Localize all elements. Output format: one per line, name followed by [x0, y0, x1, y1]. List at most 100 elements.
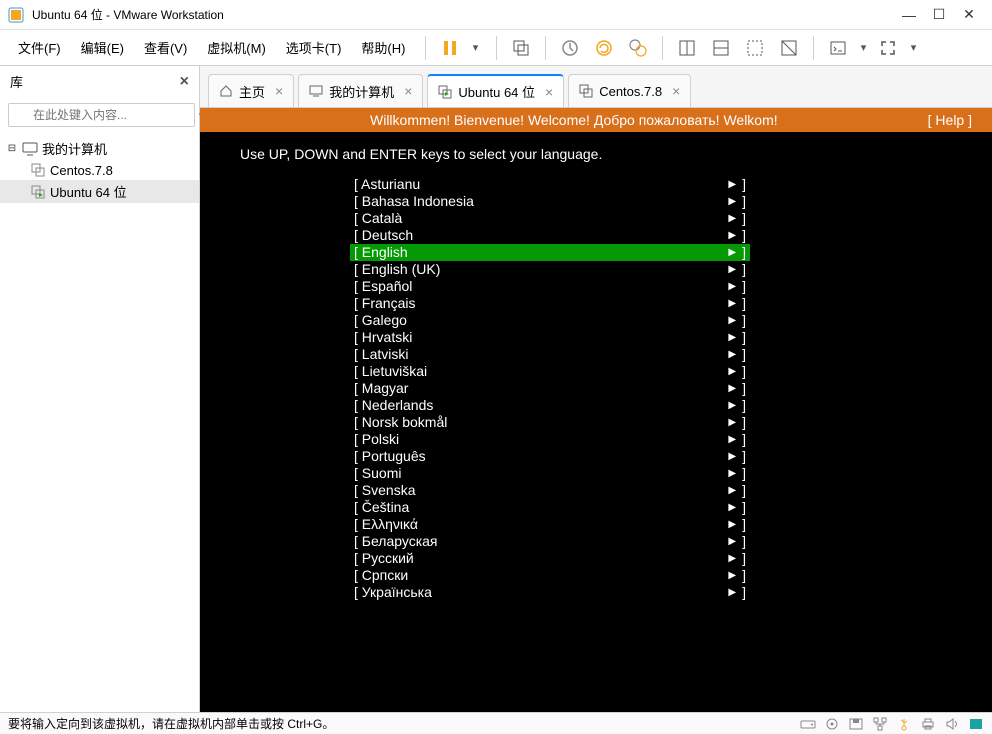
tab-label: Ubuntu 64 位 — [458, 82, 535, 101]
snapshot-button[interactable] — [558, 36, 582, 60]
language-option[interactable]: [ Bahasa Indonesia▶] — [350, 193, 750, 210]
language-option[interactable]: [ Українська▶] — [350, 584, 750, 601]
bracket-close: ] — [742, 482, 746, 499]
cd-icon[interactable] — [824, 717, 840, 731]
collapse-icon[interactable]: ⊟ — [6, 143, 18, 154]
tab-ubuntu[interactable]: Ubuntu 64 位 × — [427, 74, 564, 107]
language-option[interactable]: [ Čeština▶] — [350, 499, 750, 516]
language-option[interactable]: [ Norsk bokmål▶] — [350, 414, 750, 431]
language-option[interactable]: [ Català▶] — [350, 210, 750, 227]
chevron-right-icon: ▶ — [728, 550, 736, 567]
printer-icon[interactable] — [920, 717, 936, 731]
language-option[interactable]: [ Latviski▶] — [350, 346, 750, 363]
language-option[interactable]: [ Galego▶] — [350, 312, 750, 329]
pause-button[interactable] — [438, 36, 462, 60]
tab-close-button[interactable]: × — [404, 83, 412, 99]
tree-item-label: Ubuntu 64 位 — [50, 182, 127, 201]
window-controls: — ☐ ✕ — [902, 8, 976, 22]
vm-running-icon — [30, 184, 46, 200]
view-console-button[interactable] — [743, 36, 767, 60]
language-label: [ Русский — [354, 550, 728, 567]
menu-tabs[interactable]: 选项卡(T) — [278, 34, 350, 61]
language-option[interactable]: [ Français▶] — [350, 295, 750, 312]
language-option[interactable]: [ Српски▶] — [350, 567, 750, 584]
language-option[interactable]: [ Nederlands▶] — [350, 397, 750, 414]
divider — [662, 36, 663, 60]
floppy-icon[interactable] — [848, 717, 864, 731]
hdd-icon[interactable] — [800, 717, 816, 731]
snapshot-revert-button[interactable] — [592, 36, 616, 60]
menu-file[interactable]: 文件(F) — [10, 34, 69, 61]
tab-close-button[interactable]: × — [275, 83, 283, 99]
usb-icon[interactable] — [896, 717, 912, 731]
sound-icon[interactable] — [944, 717, 960, 731]
minimize-button[interactable]: — — [902, 8, 916, 22]
language-option[interactable]: [ Magyar▶] — [350, 380, 750, 397]
tab-close-button[interactable]: × — [545, 84, 553, 100]
statusbar: 要将输入定向到该虚拟机，请在虚拟机内部单击或按 Ctrl+G。 — [0, 712, 992, 734]
chevron-right-icon: ▶ — [728, 448, 736, 465]
console-dropdown[interactable]: ▾ — [854, 41, 872, 54]
bracket-close: ] — [742, 295, 746, 312]
network-icon[interactable] — [872, 717, 888, 731]
tree-item-centos[interactable]: Centos.7.8 — [0, 160, 199, 180]
menu-view[interactable]: 查看(V) — [136, 34, 195, 61]
language-option[interactable]: [ English▶] — [350, 244, 750, 261]
language-option[interactable]: [ Русский▶] — [350, 550, 750, 567]
library-sidebar: 库 × 🔍 ▾ ⊟ 我的计算机 Centos.7.8 Ubuntu 64 位 — [0, 66, 200, 712]
monitor-icon — [22, 141, 38, 157]
tab-close-button[interactable]: × — [672, 83, 680, 99]
console-view-button[interactable] — [826, 36, 850, 60]
tree-item-ubuntu[interactable]: Ubuntu 64 位 — [0, 180, 199, 203]
send-ctrl-alt-del-button[interactable] — [509, 36, 533, 60]
language-option[interactable]: [ Hrvatski▶] — [350, 329, 750, 346]
language-label: [ Ελληνικά — [354, 516, 728, 533]
language-label: [ Svenska — [354, 482, 728, 499]
display-icon[interactable] — [968, 717, 984, 731]
power-dropdown[interactable]: ▾ — [466, 41, 484, 54]
fullscreen-button[interactable] — [876, 36, 900, 60]
view-unity-button[interactable] — [777, 36, 801, 60]
bracket-close: ] — [742, 414, 746, 431]
sidebar-title: 库 — [10, 72, 180, 91]
fullscreen-dropdown[interactable]: ▾ — [904, 41, 922, 54]
language-option[interactable]: [ Português▶] — [350, 448, 750, 465]
language-option[interactable]: [ Svenska▶] — [350, 482, 750, 499]
language-option[interactable]: [ Español▶] — [350, 278, 750, 295]
maximize-button[interactable]: ☐ — [932, 8, 946, 22]
search-input[interactable] — [8, 103, 195, 127]
vm-console[interactable]: Willkommen! Bienvenue! Welcome! Добро по… — [200, 108, 992, 712]
language-option[interactable]: [ Polski▶] — [350, 431, 750, 448]
language-option[interactable]: [ Asturianu▶] — [350, 176, 750, 193]
language-option[interactable]: [ Беларуская▶] — [350, 533, 750, 550]
tab-my-computer[interactable]: 我的计算机 × — [298, 74, 423, 107]
tab-label: 我的计算机 — [329, 82, 394, 101]
menu-edit[interactable]: 编辑(E) — [73, 34, 132, 61]
close-button[interactable]: ✕ — [962, 8, 976, 22]
tree-root-label: 我的计算机 — [42, 139, 107, 158]
menu-help[interactable]: 帮助(H) — [353, 34, 413, 61]
menu-vm[interactable]: 虚拟机(M) — [199, 34, 274, 61]
installer-help-button[interactable]: [ Help ] — [928, 112, 972, 128]
language-option[interactable]: [ Lietuviškai▶] — [350, 363, 750, 380]
chevron-right-icon: ▶ — [728, 397, 736, 414]
chevron-right-icon: ▶ — [728, 380, 736, 397]
sidebar-close-button[interactable]: × — [180, 73, 189, 91]
language-option[interactable]: [ Deutsch▶] — [350, 227, 750, 244]
language-option[interactable]: [ Suomi▶] — [350, 465, 750, 482]
language-label: [ Čeština — [354, 499, 728, 516]
language-option[interactable]: [ English (UK)▶] — [350, 261, 750, 278]
chevron-right-icon: ▶ — [728, 499, 736, 516]
tab-label: Centos.7.8 — [599, 84, 662, 99]
bracket-close: ] — [742, 346, 746, 363]
language-label: [ English (UK) — [354, 261, 728, 278]
tab-centos[interactable]: Centos.7.8 × — [568, 74, 691, 107]
view-single-button[interactable] — [675, 36, 699, 60]
language-option[interactable]: [ Ελληνικά▶] — [350, 516, 750, 533]
language-list[interactable]: [ Asturianu▶][ Bahasa Indonesia▶][ Catal… — [350, 176, 952, 601]
view-tabs-button[interactable] — [709, 36, 733, 60]
tree-root-my-computer[interactable]: ⊟ 我的计算机 — [0, 137, 199, 160]
tab-home[interactable]: 主页 × — [208, 74, 294, 107]
snapshot-manager-button[interactable] — [626, 36, 650, 60]
status-text: 要将输入定向到该虚拟机，请在虚拟机内部单击或按 Ctrl+G。 — [8, 715, 800, 732]
